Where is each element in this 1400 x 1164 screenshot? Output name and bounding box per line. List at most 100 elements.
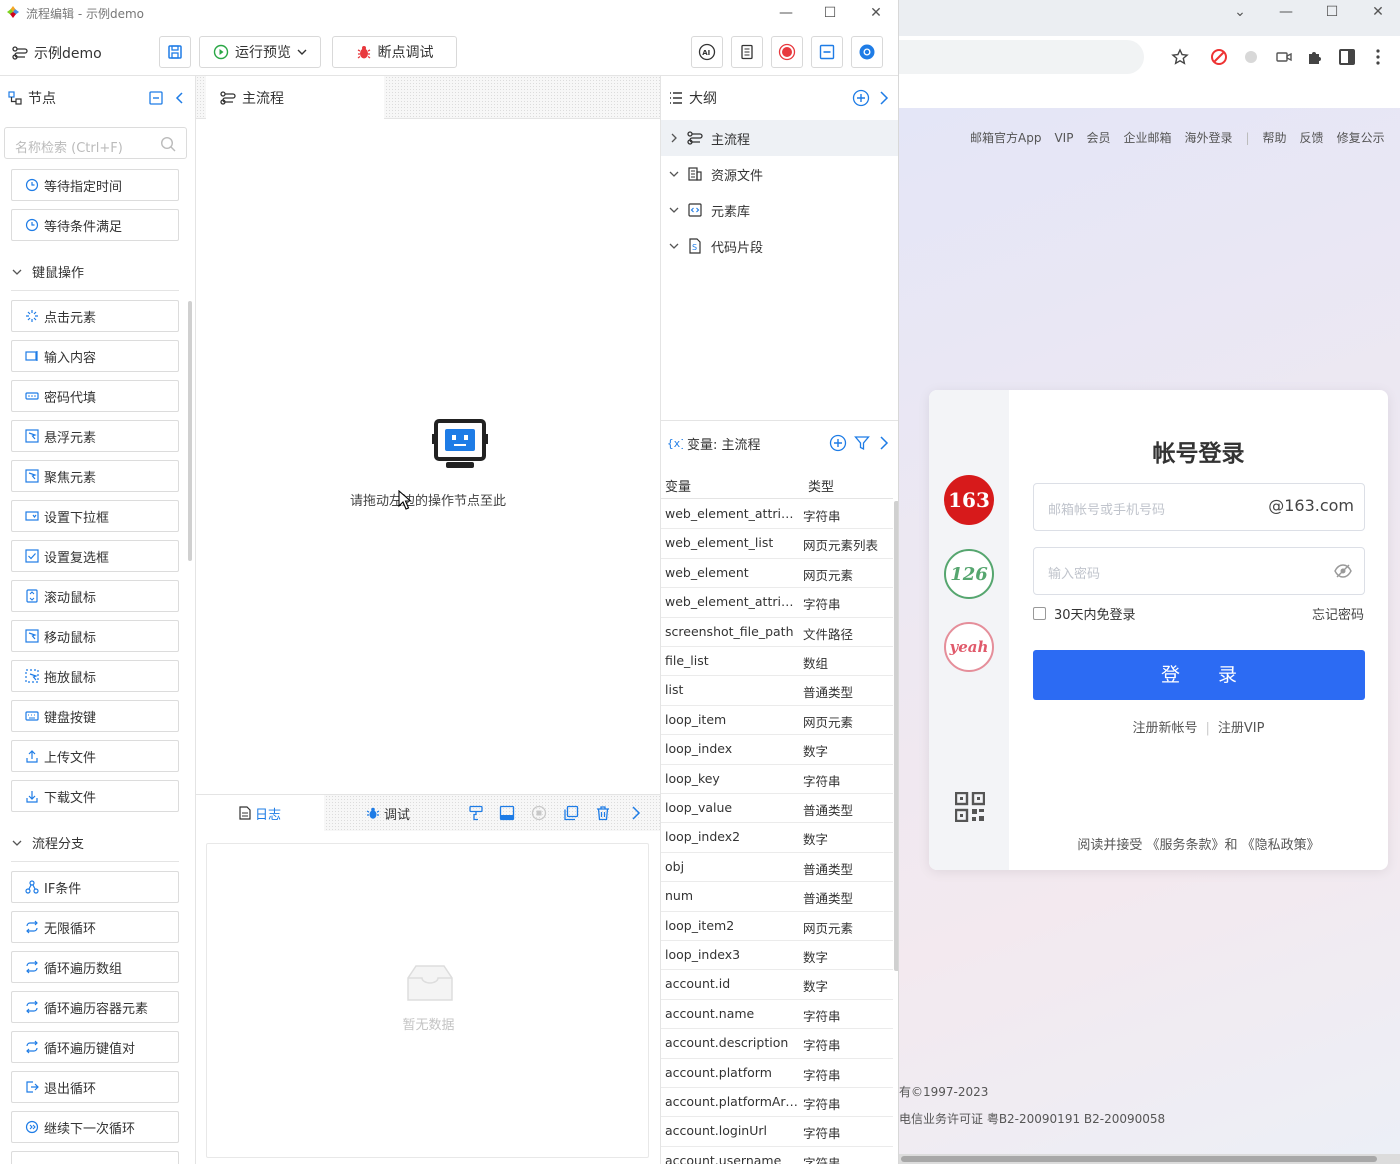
link-app[interactable]: 邮箱官方App [970,131,1041,145]
chevron-right-icon[interactable] [879,435,889,451]
maximize-icon[interactable]: ☐ [1324,4,1340,20]
outline-item-resources[interactable]: 资源文件 [661,156,898,192]
chevron-down-icon[interactable] [669,205,679,215]
node-wait-condition[interactable]: 等待条件满足 [11,209,179,241]
save-button[interactable] [159,36,191,68]
chevron-right-icon[interactable] [879,90,889,106]
agreement-text[interactable]: 阅读并接受 《服务条款》和 《隐私政策》 [1009,834,1388,853]
extension-ghost-icon[interactable] [1241,47,1261,67]
remember-checkbox[interactable]: 30天内免登录 [1033,604,1136,623]
variable-row[interactable]: account.platform 字符串 [661,1059,893,1088]
node-if-condition[interactable]: IF条件 [11,871,179,903]
node-click-element[interactable]: 点击元素 [11,300,179,332]
node-download-file[interactable]: 下载文件 [11,780,179,812]
link-help[interactable]: 帮助 [1263,131,1287,145]
node-loop-keyvalue[interactable]: 循环遍历键值对 [11,1031,179,1063]
node-hover-element[interactable]: 悬浮元素 [11,420,179,452]
outline-item-element-library[interactable]: 元素库 [661,192,898,228]
register-vip-link[interactable]: 注册VIP [1218,721,1265,736]
variable-row[interactable]: screenshot_file_path 文件路径 [661,618,893,647]
node-set-dropdown[interactable]: 设置下拉框 [11,500,179,532]
variable-row[interactable]: web_element_attribute 字符串 [661,500,893,530]
node-continue-loop[interactable]: 继续下一次循环 [11,1111,179,1143]
run-preview-button[interactable]: 运行预览 [199,36,321,68]
address-bar[interactable] [899,40,1144,74]
node-exit-loop[interactable]: 退出循环 [11,1071,179,1103]
element-picker-button[interactable] [811,36,843,68]
variable-row[interactable]: account.description 字符串 [661,1029,893,1059]
eye-off-icon[interactable] [1334,563,1352,579]
collapse-panel-icon[interactable] [149,91,163,105]
variable-row[interactable]: web_element_attribu... 字符串 [661,588,893,618]
scrollbar-thumb[interactable] [901,1156,1377,1162]
variable-row[interactable]: list 普通类型 [661,676,893,706]
link-fix[interactable]: 修复公示 [1337,131,1385,145]
variable-row[interactable]: account.id 数字 [661,970,893,1000]
star-icon[interactable] [1170,47,1190,67]
chevron-right-icon[interactable] [628,805,644,821]
tab-debug[interactable]: 调试 [324,795,452,831]
chevron-left-icon[interactable] [174,91,184,105]
node-loop-container[interactable]: 循环遍历容器元素 [11,991,179,1023]
horizontal-scrollbar[interactable] [899,1154,1400,1164]
browser-button[interactable] [851,36,883,68]
link-overseas[interactable]: 海外登录 [1184,131,1232,145]
record-button[interactable] [771,36,803,68]
puzzle-icon[interactable] [1305,47,1325,67]
variable-row[interactable]: loop_index3 数字 [661,941,893,971]
variable-row[interactable]: web_element_list 网页元素列表 [661,529,893,559]
variable-row[interactable]: file_list 数组 [661,647,893,677]
brand-yeah-logo[interactable]: yeah [944,622,994,672]
node-wait-time[interactable]: 等待指定时间 [11,169,179,201]
checkbox-box[interactable] [1033,607,1046,620]
node-move-mouse[interactable]: 移动鼠标 [11,620,179,652]
variable-row[interactable]: web_element 网页元素 [661,559,893,589]
variable-row[interactable]: loop_value 普通类型 [661,794,893,824]
node-infinite-loop[interactable]: 无限循环 [11,911,179,943]
blocked-icon[interactable] [1209,47,1229,67]
register-link[interactable]: 注册新帐号 [1133,721,1198,736]
variable-row[interactable]: account.username 字符串 [661,1147,893,1164]
node-upload-file[interactable]: 上传文件 [11,740,179,772]
brand-126-logo[interactable]: 126 [944,549,994,599]
variable-row[interactable]: account.platformArea 字符串 [661,1088,893,1118]
variable-row[interactable]: obj 普通类型 [661,853,893,883]
sidepanel-icon[interactable] [1337,47,1357,67]
camera-icon[interactable] [1274,47,1294,67]
minimize-icon[interactable]: — [775,3,797,23]
variable-row[interactable]: loop_key 字符串 [661,765,893,794]
node-scroll-mouse[interactable]: 滚动鼠标 [11,580,179,612]
panel-layout-icon[interactable] [499,805,515,821]
outline-item-code-snippets[interactable]: S 代码片段 [661,228,898,264]
add-circle-icon[interactable] [852,89,870,107]
node-focus-element[interactable]: 聚焦元素 [11,460,179,492]
variable-row[interactable]: loop_index 数字 [661,735,893,765]
document-button[interactable] [731,36,763,68]
chevron-down-icon[interactable] [669,169,679,179]
brand-163-logo[interactable]: 163 [944,475,994,525]
nodes-scrollbar[interactable] [188,301,192,561]
close-icon[interactable]: ✕ [1370,4,1386,20]
close-icon[interactable]: ✕ [865,3,887,23]
node-set-checkbox[interactable]: 设置复选框 [11,540,179,572]
link-vip[interactable]: VIP [1054,131,1073,145]
breakpoint-debug-button[interactable]: 断点调试 [332,36,457,68]
format-brush-icon[interactable] [468,805,484,821]
password-input[interactable]: 输入密码 [1033,547,1365,595]
add-circle-icon[interactable] [829,434,847,452]
login-button[interactable]: 登 录 [1033,650,1365,700]
group-mouse-keyboard[interactable]: 键鼠操作 [12,262,84,281]
outline-item-main-flow[interactable]: 主流程 [661,120,898,156]
account-input[interactable]: 邮箱帐号或手机号码 @163.com [1033,483,1365,531]
variable-row[interactable]: num 普通类型 [661,882,893,912]
trash-icon[interactable] [595,805,611,821]
chevron-right-icon[interactable] [669,133,679,143]
chevron-down-icon[interactable]: ⌄ [1232,4,1248,20]
variables-scrollbar[interactable] [894,501,898,971]
variable-row[interactable]: account.loginUrl 字符串 [661,1117,893,1147]
tab-main-flow[interactable]: 主流程 [206,76,384,119]
variable-row[interactable]: loop_item2 网页元素 [661,912,893,941]
flow-canvas[interactable]: 主流程 请拖动左边的操作节点至此 [196,76,660,794]
link-member[interactable]: 会员 [1086,131,1110,145]
group-flow-branch[interactable]: 流程分支 [12,833,84,852]
